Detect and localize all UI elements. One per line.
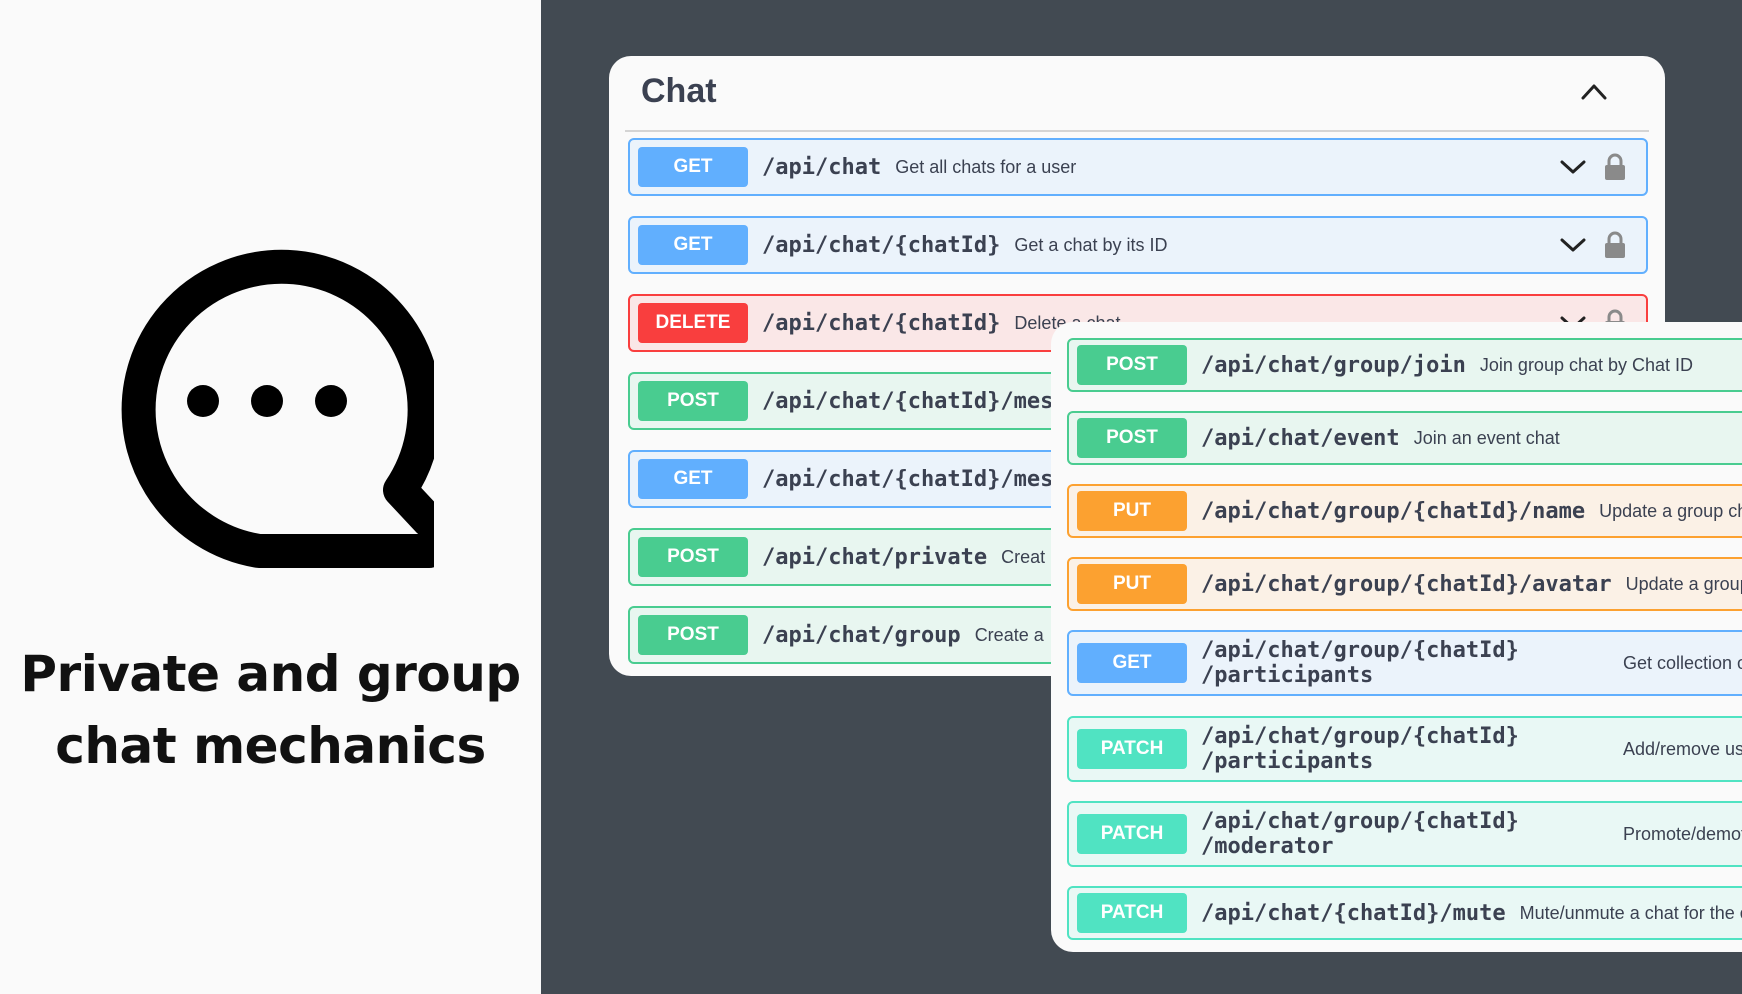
operation-path-line-2: /participants [1201, 663, 1374, 688]
group-chat-api-section: POST /api/chat/group/join Join group cha… [1051, 322, 1742, 952]
chevron-up-icon[interactable] [1579, 78, 1609, 104]
operation-path: /api/chat/{chatId}/mes [762, 388, 1054, 414]
operation-path: /api/chat/{chatId}/mes [762, 466, 1054, 492]
operation-controls [1560, 140, 1626, 194]
operation-path: /api/chat [762, 154, 882, 180]
operation-description: Add/remove use [1623, 738, 1742, 759]
method-badge: PATCH [1077, 729, 1187, 769]
lock-icon[interactable] [1604, 231, 1626, 259]
operation-description: Get collection of [1623, 652, 1742, 673]
operation-description: Update a group chat na [1599, 500, 1742, 521]
operation-path: /api/chat/{chatId}/mute [1201, 900, 1506, 926]
operation-path-line-1: /api/chat/group/{chatId} [1201, 809, 1519, 834]
operation-path: /api/chat/group/join [1201, 352, 1466, 378]
operation-controls [1560, 218, 1626, 272]
chat-bubble-ellipsis-icon [121, 249, 434, 568]
lock-icon[interactable] [1604, 153, 1626, 181]
operation-path-line-2: /moderator [1201, 834, 1334, 859]
operation-path-line-1: /api/chat/group/{chatId} [1201, 724, 1519, 749]
operation-update-group-name[interactable]: PUT /api/chat/group/{chatId}/name Update… [1067, 484, 1742, 538]
operation-path: /api/chat/group/{chatId}/name [1201, 498, 1586, 524]
method-badge: PUT [1077, 491, 1187, 531]
operation-patch-moderator[interactable]: PATCH /api/chat/group/{chatId} /moderato… [1067, 801, 1742, 867]
chevron-down-icon[interactable] [1560, 237, 1586, 253]
operation-description: Join group chat by Chat ID [1479, 354, 1694, 375]
method-badge: GET [638, 225, 748, 265]
operation-description: Get a chat by its ID [1014, 234, 1168, 255]
method-badge: POST [1077, 345, 1187, 385]
method-badge: GET [638, 459, 748, 499]
operation-description: Creat [1001, 546, 1046, 567]
method-badge: POST [638, 537, 748, 577]
method-badge: DELETE [638, 303, 748, 343]
method-badge: POST [1077, 418, 1187, 458]
operation-path: /api/chat/{chatId} [762, 232, 1001, 258]
method-badge: POST [638, 615, 748, 655]
operation-path: /api/chat/{chatId} [762, 310, 1001, 336]
operation-path: /api/chat/group/{chatId} /participants [1201, 638, 1519, 688]
operation-description: Join an event chat [1413, 427, 1560, 448]
section-title: Chat [641, 72, 717, 110]
method-badge: PATCH [1077, 814, 1187, 854]
operation-description: Get all chats for a user [895, 156, 1077, 177]
operation-description: Promote/demote [1623, 823, 1742, 844]
operation-path: /api/chat/group/{chatId} /participants [1201, 724, 1519, 774]
method-badge: POST [638, 381, 748, 421]
method-badge: GET [1077, 643, 1187, 683]
method-badge: GET [638, 147, 748, 187]
headline: Private and group chat mechanics [0, 638, 541, 782]
operation-get-chat-by-id[interactable]: GET /api/chat/{chatId} Get a chat by its… [628, 216, 1648, 274]
operation-join-group[interactable]: POST /api/chat/group/join Join group cha… [1067, 338, 1742, 392]
operation-path-line-2: /participants [1201, 749, 1374, 774]
operation-description: Mute/unmute a chat for the curre [1519, 902, 1742, 923]
operation-path: /api/chat/private [762, 544, 988, 570]
operation-mute-chat[interactable]: PATCH /api/chat/{chatId}/mute Mute/unmut… [1067, 886, 1742, 940]
operation-get-participants[interactable]: GET /api/chat/group/{chatId} /participan… [1067, 630, 1742, 696]
left-panel: Private and group chat mechanics [0, 0, 541, 994]
section-header[interactable]: Chat [625, 56, 1649, 132]
operation-description: Update a group cha [1625, 573, 1742, 594]
method-badge: PUT [1077, 564, 1187, 604]
operation-path: /api/chat/group/{chatId}/avatar [1201, 571, 1612, 597]
operation-path: /api/chat/group/{chatId} /moderator [1201, 809, 1519, 859]
operation-path: /api/chat/event [1201, 425, 1400, 451]
operation-join-event[interactable]: POST /api/chat/event Join an event chat [1067, 411, 1742, 465]
method-badge: PATCH [1077, 893, 1187, 933]
headline-line-2: chat mechanics [55, 717, 486, 775]
operation-path: /api/chat/group [762, 622, 961, 648]
chevron-down-icon[interactable] [1560, 159, 1586, 175]
operation-get-chats[interactable]: GET /api/chat Get all chats for a user [628, 138, 1648, 196]
operation-patch-participants[interactable]: PATCH /api/chat/group/{chatId} /particip… [1067, 716, 1742, 782]
headline-line-1: Private and group [20, 645, 521, 703]
operation-update-group-avatar[interactable]: PUT /api/chat/group/{chatId}/avatar Upda… [1067, 557, 1742, 611]
operation-path-line-1: /api/chat/group/{chatId} [1201, 638, 1519, 663]
operation-description: Create a [974, 624, 1044, 645]
